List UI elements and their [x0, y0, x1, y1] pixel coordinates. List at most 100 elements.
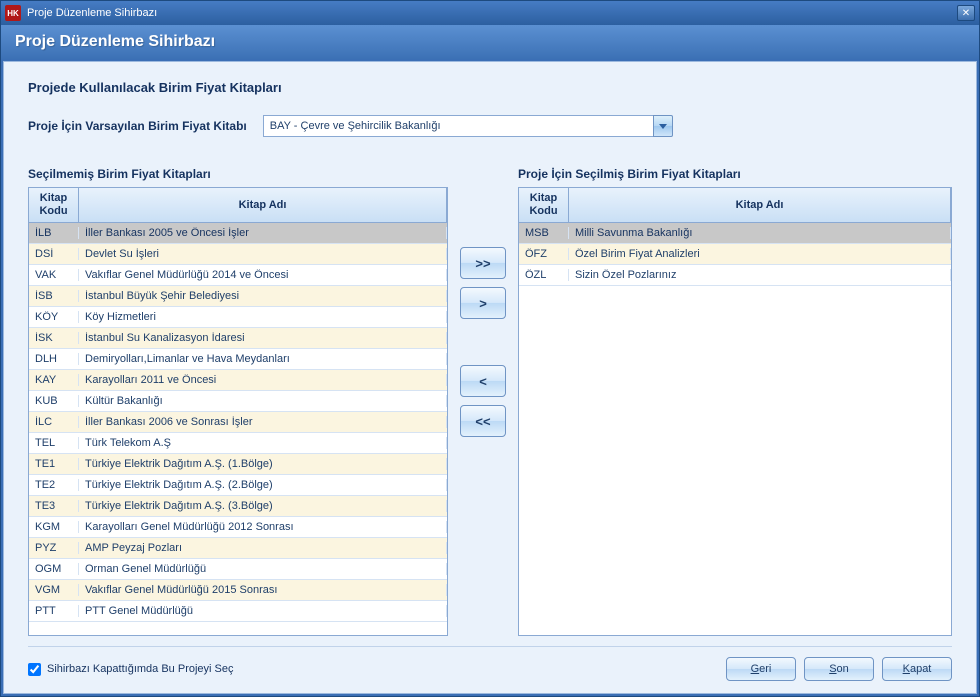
table-row[interactable]: MSBMilli Savunma Bakanlığı	[519, 223, 951, 244]
row-name: Milli Savunma Bakanlığı	[569, 227, 951, 239]
row-name: Vakıflar Genel Müdürlüğü 2014 ve Öncesi	[79, 269, 447, 281]
table-row[interactable]: ÖZLSizin Özel Pozlarınız	[519, 265, 951, 286]
lists-area: Seçilmemiş Birim Fiyat Kitapları Kitap K…	[28, 167, 952, 636]
default-book-combo[interactable]	[263, 115, 673, 137]
remove-all-button[interactable]: <<	[460, 405, 506, 437]
section-title: Projede Kullanılacak Birim Fiyat Kitapla…	[28, 80, 952, 95]
back-button[interactable]: Geri	[726, 657, 796, 681]
available-books-label: Seçilmemiş Birim Fiyat Kitapları	[28, 167, 448, 181]
table-row[interactable]: TE3Türkiye Elektrik Dağıtım A.Ş. (3.Bölg…	[29, 496, 447, 517]
available-books-grid[interactable]: Kitap Kodu Kitap Adı İLBİller Bankası 20…	[28, 187, 448, 636]
add-all-button[interactable]: >>	[460, 247, 506, 279]
titlebar[interactable]: HK Proje Düzenleme Sihirbazı ✕	[1, 1, 979, 25]
row-code: İSB	[29, 290, 79, 302]
row-code: TE3	[29, 500, 79, 512]
row-name: PTT Genel Müdürlüğü	[79, 605, 447, 617]
row-name: Devlet Su İşleri	[79, 248, 447, 260]
row-code: KGM	[29, 521, 79, 533]
row-name: Türkiye Elektrik Dağıtım A.Ş. (2.Bölge)	[79, 479, 447, 491]
row-name: Türkiye Elektrik Dağıtım A.Ş. (1.Bölge)	[79, 458, 447, 470]
row-code: İLB	[29, 227, 79, 239]
available-books-body[interactable]: İLBİller Bankası 2005 ve Öncesi İşlerDSİ…	[29, 223, 447, 635]
row-name: Özel Birim Fiyat Analizleri	[569, 248, 951, 260]
table-row[interactable]: PYZAMP Peyzaj Pozları	[29, 538, 447, 559]
row-code: VAK	[29, 269, 79, 281]
row-code: ÖFZ	[519, 248, 569, 260]
row-code: PYZ	[29, 542, 79, 554]
footer: Sihirbazı Kapattığımda Bu Projeyi Seç Ge…	[28, 646, 952, 681]
default-book-label: Proje İçin Varsayılan Birim Fiyat Kitabı	[28, 119, 247, 133]
row-name: İller Bankası 2005 ve Öncesi İşler	[79, 227, 447, 239]
content-area: Projede Kullanılacak Birim Fiyat Kitapla…	[3, 61, 977, 694]
selected-books-grid[interactable]: Kitap Kodu Kitap Adı MSBMilli Savunma Ba…	[518, 187, 952, 636]
row-name: Köy Hizmetleri	[79, 311, 447, 323]
table-row[interactable]: KÖYKöy Hizmetleri	[29, 307, 447, 328]
table-row[interactable]: DSİDevlet Su İşleri	[29, 244, 447, 265]
table-row[interactable]: OGMOrman Genel Müdürlüğü	[29, 559, 447, 580]
row-name: Türkiye Elektrik Dağıtım A.Ş. (3.Bölge)	[79, 500, 447, 512]
row-code: TE1	[29, 458, 79, 470]
select-project-on-close-checkbox[interactable]	[28, 663, 41, 676]
row-code: KAY	[29, 374, 79, 386]
row-name: Türk Telekom A.Ş	[79, 437, 447, 449]
default-book-row: Proje İçin Varsayılan Birim Fiyat Kitabı	[28, 115, 952, 137]
window-close-button[interactable]: ✕	[957, 5, 975, 21]
finish-button[interactable]: Son	[804, 657, 874, 681]
col-header-code[interactable]: Kitap Kodu	[29, 188, 79, 222]
table-row[interactable]: İSBİstanbul Büyük Şehir Belediyesi	[29, 286, 447, 307]
table-row[interactable]: TELTürk Telekom A.Ş	[29, 433, 447, 454]
default-book-input[interactable]	[263, 115, 653, 137]
table-row[interactable]: KGMKarayolları Genel Müdürlüğü 2012 Sonr…	[29, 517, 447, 538]
row-code: DSİ	[29, 248, 79, 260]
available-books-column: Seçilmemiş Birim Fiyat Kitapları Kitap K…	[28, 167, 448, 636]
row-code: MSB	[519, 227, 569, 239]
row-code: PTT	[29, 605, 79, 617]
add-one-button[interactable]: >	[460, 287, 506, 319]
selected-books-column: Proje İçin Seçilmiş Birim Fiyat Kitaplar…	[518, 167, 952, 636]
table-row[interactable]: İLBİller Bankası 2005 ve Öncesi İşler	[29, 223, 447, 244]
table-row[interactable]: İLCİller Bankası 2006 ve Sonrası İşler	[29, 412, 447, 433]
table-row[interactable]: KUBKültür Bakanlığı	[29, 391, 447, 412]
mover-column: >> > < <<	[448, 167, 518, 636]
selected-books-label: Proje İçin Seçilmiş Birim Fiyat Kitaplar…	[518, 167, 952, 181]
app-icon: HK	[5, 5, 21, 21]
table-row[interactable]: VGMVakıflar Genel Müdürlüğü 2015 Sonrası	[29, 580, 447, 601]
row-name: Kültür Bakanlığı	[79, 395, 447, 407]
row-code: TE2	[29, 479, 79, 491]
row-code: KUB	[29, 395, 79, 407]
table-row[interactable]: TE2Türkiye Elektrik Dağıtım A.Ş. (2.Bölg…	[29, 475, 447, 496]
row-name: AMP Peyzaj Pozları	[79, 542, 447, 554]
table-row[interactable]: TE1Türkiye Elektrik Dağıtım A.Ş. (1.Bölg…	[29, 454, 447, 475]
table-row[interactable]: İSKİstanbul Su Kanalizasyon İdaresi	[29, 328, 447, 349]
row-name: İstanbul Su Kanalizasyon İdaresi	[79, 332, 447, 344]
default-book-dropdown-button[interactable]	[653, 115, 673, 137]
row-code: İSK	[29, 332, 79, 344]
table-row[interactable]: ÖFZÖzel Birim Fiyat Analizleri	[519, 244, 951, 265]
col-header-name[interactable]: Kitap Adı	[569, 188, 951, 222]
row-name: Karayolları Genel Müdürlüğü 2012 Sonrası	[79, 521, 447, 533]
col-header-code[interactable]: Kitap Kodu	[519, 188, 569, 222]
available-books-header: Kitap Kodu Kitap Adı	[29, 188, 447, 223]
table-row[interactable]: PTTPTT Genel Müdürlüğü	[29, 601, 447, 622]
row-code: OGM	[29, 563, 79, 575]
row-name: Demiryolları,Limanlar ve Hava Meydanları	[79, 353, 447, 365]
row-code: VGM	[29, 584, 79, 596]
remove-one-button[interactable]: <	[460, 365, 506, 397]
row-name: İstanbul Büyük Şehir Belediyesi	[79, 290, 447, 302]
row-name: İller Bankası 2006 ve Sonrası İşler	[79, 416, 447, 428]
table-row[interactable]: KAYKarayolları 2011 ve Öncesi	[29, 370, 447, 391]
row-name: Orman Genel Müdürlüğü	[79, 563, 447, 575]
row-code: ÖZL	[519, 269, 569, 281]
row-name: Sizin Özel Pozlarınız	[569, 269, 951, 281]
select-project-on-close-label[interactable]: Sihirbazı Kapattığımda Bu Projeyi Seç	[47, 663, 233, 675]
close-button[interactable]: Kapat	[882, 657, 952, 681]
row-code: İLC	[29, 416, 79, 428]
table-row[interactable]: VAKVakıflar Genel Müdürlüğü 2014 ve Önce…	[29, 265, 447, 286]
selected-books-body[interactable]: MSBMilli Savunma BakanlığıÖFZÖzel Birim …	[519, 223, 951, 635]
row-name: Karayolları 2011 ve Öncesi	[79, 374, 447, 386]
wizard-window: HK Proje Düzenleme Sihirbazı ✕ Proje Düz…	[0, 0, 980, 697]
col-header-name[interactable]: Kitap Adı	[79, 188, 447, 222]
table-row[interactable]: DLHDemiryolları,Limanlar ve Hava Meydanl…	[29, 349, 447, 370]
row-name: Vakıflar Genel Müdürlüğü 2015 Sonrası	[79, 584, 447, 596]
panel-title: Proje Düzenleme Sihirbazı	[1, 25, 979, 59]
